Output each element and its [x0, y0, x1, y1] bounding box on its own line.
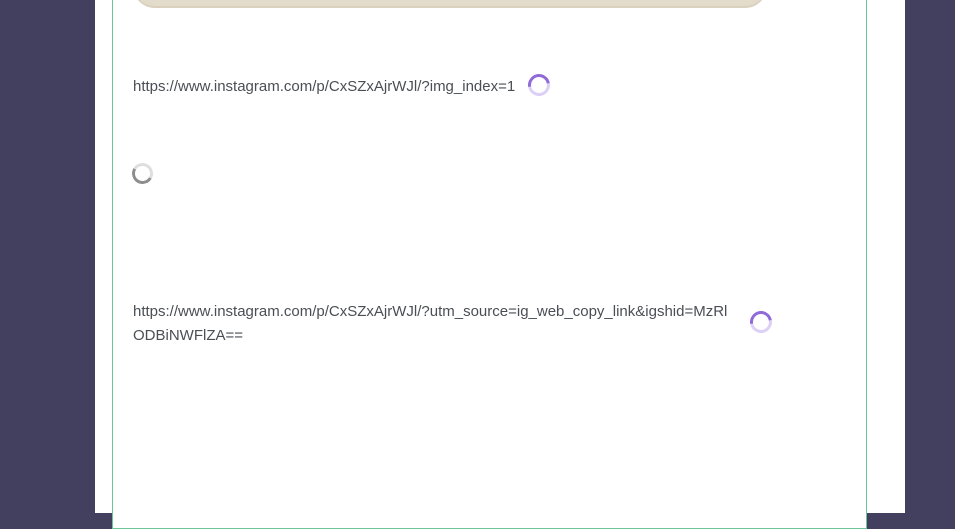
loading-spinner-icon [129, 160, 156, 187]
loading-spinner-icon [523, 69, 555, 101]
embed-panel: https://www.instagram.com/p/CxSZxAjrWJl/… [112, 0, 867, 529]
instagram-link-text[interactable]: https://www.instagram.com/p/CxSZxAjrWJl/… [133, 75, 515, 99]
content-page: https://www.instagram.com/p/CxSZxAjrWJl/… [95, 0, 905, 529]
loading-spinner-icon [745, 306, 777, 338]
instagram-link-text[interactable]: https://www.instagram.com/p/CxSZxAjrWJl/… [133, 300, 737, 348]
image-preview [133, 0, 767, 8]
